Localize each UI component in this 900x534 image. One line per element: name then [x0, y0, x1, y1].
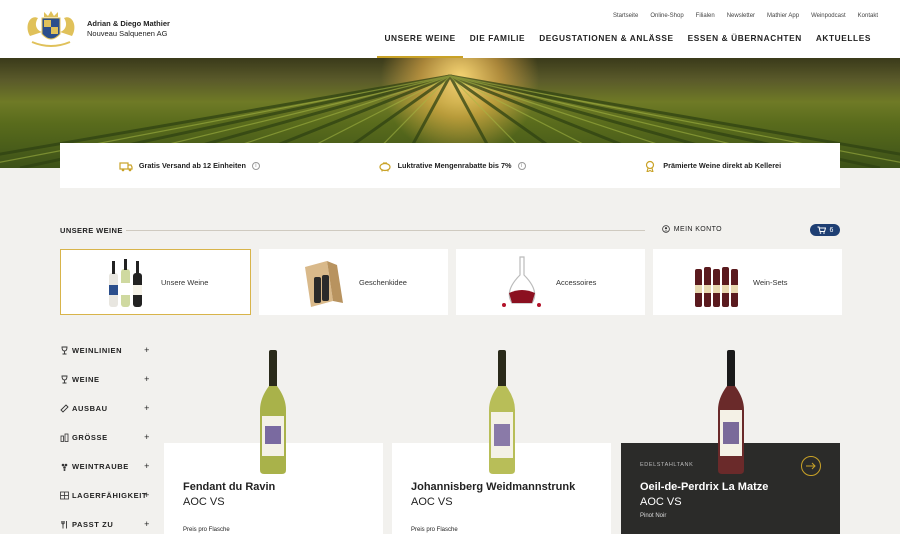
- top-nav: Startseite Online-Shop Filialen Newslett…: [613, 13, 878, 19]
- category-accessoires[interactable]: Accessoires: [456, 249, 645, 315]
- product-tag: EDELSTAHLTANK: [640, 462, 694, 468]
- barrel-icon: [60, 404, 69, 413]
- filter-weinlinien[interactable]: WEINLINIEN +: [60, 345, 152, 375]
- topnav-weinpodcast[interactable]: Weinpodcast: [811, 13, 846, 19]
- brand-line1: Adrian & Diego Mathier: [87, 19, 170, 28]
- feature-discount-label: Luktrative Mengenrabatte bis 7%: [397, 161, 512, 170]
- filter-weintraube[interactable]: WEINTRAUBE +: [60, 461, 152, 491]
- topnav-kontakt[interactable]: Kontakt: [858, 13, 878, 19]
- topnav-online-shop[interactable]: Online-Shop: [650, 13, 683, 19]
- cart-button[interactable]: 6: [810, 224, 840, 236]
- decanter-image: [502, 256, 541, 307]
- my-account-link[interactable]: MEIN KONTO: [661, 225, 722, 233]
- filter-groesse[interactable]: GRÖSSE +: [60, 432, 152, 462]
- grape-icon: [61, 463, 68, 471]
- filter-label: PASST ZU: [72, 520, 114, 529]
- section-divider: [126, 230, 645, 231]
- topnav-mathier-app[interactable]: Mathier App: [767, 13, 799, 19]
- wine-bottles-image: [109, 259, 142, 307]
- user-icon: [661, 225, 670, 233]
- product-name: Fendant du Ravin: [183, 481, 276, 493]
- award-icon: [646, 160, 655, 172]
- category-geschenkidee[interactable]: Geschenkidee: [259, 249, 448, 315]
- section-header: UNSERE WEINE MEIN KONTO 6: [60, 224, 840, 236]
- wine-glass-icon: [61, 346, 68, 355]
- bottle-oeil-de-perdrix-image[interactable]: [714, 350, 748, 474]
- filter-sidebar: WEINLINIEN + WEINE + AUSBAU + GRÖSSE + W…: [60, 345, 152, 534]
- feature-discount: Luktrative Mengenrabatte bis 7% i: [378, 160, 526, 172]
- info-icon[interactable]: i: [251, 161, 260, 170]
- category-tiles: Unsere Weine Geschenkidee Accessoires We…: [60, 249, 842, 315]
- filter-label: AUSBAU: [72, 404, 108, 413]
- info-icon[interactable]: i: [517, 161, 526, 170]
- expand-plus-icon[interactable]: +: [144, 403, 150, 413]
- nav-essen-uebernachten[interactable]: ESSEN & ÜBERNACHTEN: [681, 33, 809, 57]
- product-appellation: AOC VS: [183, 496, 225, 508]
- cutlery-icon: [61, 521, 67, 529]
- cart-count: 6: [829, 226, 834, 234]
- nav-aktuelles[interactable]: AKTUELLES: [809, 33, 878, 57]
- cart-icon: [817, 226, 826, 234]
- expand-plus-icon[interactable]: +: [144, 461, 150, 471]
- feature-bar: Gratis Versand ab 12 Einheiten i Luktrat…: [60, 143, 840, 188]
- product-appellation: AOC VS: [640, 496, 682, 508]
- bottle-johannisberg-image[interactable]: [485, 350, 519, 474]
- filter-label: LAGERFÄHIGKEIT: [72, 491, 148, 500]
- bottle-size-icon: [60, 433, 69, 442]
- category-label: Unsere Weine: [161, 277, 209, 287]
- topnav-newsletter[interactable]: Newsletter: [727, 13, 755, 19]
- truck-icon: [119, 161, 133, 171]
- filter-weine[interactable]: WEINE +: [60, 374, 152, 404]
- section-title: UNSERE WEINE: [60, 226, 123, 235]
- gift-box-image: [305, 261, 343, 307]
- bottle-fendant-image[interactable]: [256, 350, 290, 474]
- site-header: Adrian & Diego Mathier Nouveau Salquenen…: [0, 0, 900, 58]
- topnav-startseite[interactable]: Startseite: [613, 13, 638, 19]
- product-variety: Pinot Noir: [640, 513, 667, 519]
- filter-label: WEINTRAUBE: [72, 462, 129, 471]
- filter-ausbau[interactable]: AUSBAU +: [60, 403, 152, 433]
- wine-set-image: [695, 267, 738, 307]
- category-wein-sets[interactable]: Wein-Sets: [653, 249, 842, 315]
- cellar-rack-icon: [60, 491, 69, 500]
- expand-plus-icon[interactable]: +: [144, 374, 150, 384]
- filter-label: WEINE: [72, 375, 100, 384]
- brand-line2: Nouveau Salquenen AG: [87, 29, 168, 38]
- nav-degustationen[interactable]: DEGUSTATIONEN & ANLÄSSE: [532, 33, 680, 57]
- category-label: Geschenkidee: [359, 277, 407, 287]
- feature-shipping: Gratis Versand ab 12 Einheiten i: [119, 160, 260, 172]
- expand-plus-icon[interactable]: +: [144, 519, 150, 529]
- arrow-right-icon[interactable]: [801, 456, 821, 476]
- family-crest-logo[interactable]: [22, 8, 80, 52]
- my-account-label: MEIN KONTO: [673, 225, 722, 233]
- expand-plus-icon[interactable]: +: [144, 490, 150, 500]
- feature-shipping-label: Gratis Versand ab 12 Einheiten: [138, 161, 246, 170]
- category-label: Accessoires: [556, 277, 597, 287]
- filter-label: GRÖSSE: [72, 433, 108, 442]
- nav-die-familie[interactable]: DIE FAMILIE: [463, 33, 532, 57]
- piggy-bank-icon: [378, 161, 391, 171]
- wine-glass-icon: [61, 375, 68, 384]
- feature-award-label: Prämierte Weine direkt ab Kellerei: [663, 161, 782, 170]
- category-label: Wein-Sets: [753, 277, 788, 287]
- product-appellation: AOC VS: [411, 496, 453, 508]
- brand-name: Adrian & Diego Mathier Nouveau Salquenen…: [87, 19, 170, 39]
- nav-unsere-weine[interactable]: UNSERE WEINE: [377, 33, 464, 58]
- feature-award: Prämierte Weine direkt ab Kellerei: [643, 160, 781, 172]
- product-name: Oeil-de-Perdrix La Matze: [640, 481, 769, 493]
- product-price-label: Preis pro Flasche: [183, 527, 230, 533]
- product-name: Johannisberg Weidmannstrunk: [411, 481, 576, 493]
- expand-plus-icon[interactable]: +: [144, 345, 150, 355]
- category-unsere-weine[interactable]: Unsere Weine: [60, 249, 251, 315]
- filter-passt-zu[interactable]: PASST ZU +: [60, 519, 152, 534]
- main-nav: UNSERE WEINE DIE FAMILIE DEGUSTATIONEN &…: [377, 33, 878, 58]
- expand-plus-icon[interactable]: +: [144, 432, 150, 442]
- filter-lagerfaehigkeit[interactable]: LAGERFÄHIGKEIT +: [60, 490, 152, 520]
- product-price-label: Preis pro Flasche: [411, 527, 458, 533]
- topnav-filialen[interactable]: Filialen: [696, 13, 715, 19]
- filter-label: WEINLINIEN: [72, 346, 123, 355]
